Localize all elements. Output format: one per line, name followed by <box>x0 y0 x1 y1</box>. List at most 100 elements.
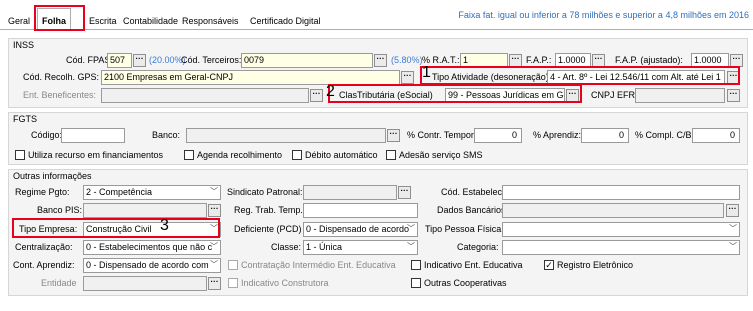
fgts-codigo-label: Código: <box>31 130 63 140</box>
inss-title: INSS <box>13 40 35 50</box>
compl-cb-label: % Compl. C/B: <box>635 130 695 140</box>
contratacao-label: Contratação Intermédio Ent. Educativa <box>241 260 396 270</box>
debito-checkbox[interactable] <box>292 150 302 160</box>
indicativo-ent-checkbox[interactable] <box>411 260 421 270</box>
cont-aprendiz-select[interactable]: 0 - Dispensado de acordo com ﹀ <box>83 258 221 273</box>
chevron-down-icon: ﹀ <box>407 242 415 251</box>
fgts-panel: FGTS Código: Banco: ··· % Contr. Tempor.… <box>8 112 748 165</box>
indicativo-ent-label: Indicativo Ent. Educativa <box>424 260 523 270</box>
gps-input[interactable]: 2100 Empresas em Geral-CNPJ <box>101 70 400 85</box>
indicativo-construtora-label: Indicativo Construtora <box>241 278 329 288</box>
tab-escrita[interactable]: Escrita <box>85 13 121 30</box>
chevron-down-icon: ﹀ <box>210 187 218 196</box>
fgts-banco-input[interactable] <box>186 128 386 143</box>
fgts-title: FGTS <box>13 114 37 124</box>
highlight-tipo-empresa <box>12 218 220 238</box>
regime-value: 2 - Competência <box>86 187 153 197</box>
sindicato-input[interactable] <box>303 185 397 200</box>
terceiros-percent: (5.80%) <box>391 55 423 65</box>
chevron-down-icon: ﹀ <box>729 242 737 251</box>
classe-select[interactable]: 1 - Única ﹀ <box>303 240 418 255</box>
tab-contabilidade[interactable]: Contabilidade <box>119 13 182 30</box>
cont-aprendiz-value: 0 - Dispensado de acordo com <box>86 260 209 270</box>
tipo-pessoa-select[interactable]: ﹀ <box>502 222 740 237</box>
cnpj-efr-label: CNPJ EFR <box>591 90 636 100</box>
chevron-down-icon: ﹀ <box>210 260 218 269</box>
contr-tempor-label: % Contr. Tempor.: <box>407 130 479 140</box>
aprendiz-input[interactable]: 0 <box>581 128 629 143</box>
financiamentos-label: Utiliza recurso em financiamentos <box>28 150 164 160</box>
folha-window: { "tabs": ["Geral", "Folha", "Escrita", … <box>0 0 753 311</box>
contratacao-checkbox[interactable] <box>228 260 238 270</box>
contr-tempor-input[interactable]: 0 <box>474 128 522 143</box>
highlight-tipo-atividade <box>420 66 740 85</box>
estabelec-input[interactable] <box>502 185 740 200</box>
banco-pis-lookup-button[interactable]: ··· <box>208 204 221 217</box>
terceiros-label: Cód. Terceiros: <box>181 55 242 65</box>
debito-label: Débito automático <box>305 150 378 160</box>
fpas-label: Cód. FPAS: <box>66 55 113 65</box>
deficiente-value: 0 - Dispensado de acordo <box>306 224 410 234</box>
tab-responsaveis[interactable]: Responsáveis <box>178 13 243 30</box>
fap-adjusted-label: F.A.P. (ajustado): <box>615 55 683 65</box>
tab-certificado-digital[interactable]: Certificado Digital <box>246 13 325 30</box>
entidade-input[interactable] <box>83 276 207 291</box>
chevron-down-icon: ﹀ <box>407 224 415 233</box>
centralizacao-select[interactable]: 0 - Estabelecimentos que não c ﹀ <box>83 240 221 255</box>
sindicato-lookup-button[interactable]: ··· <box>398 186 411 199</box>
aprendiz-label: % Aprendiz: <box>533 130 582 140</box>
fgts-codigo-input[interactable] <box>61 128 125 143</box>
outras-cooperativas-label: Outras Cooperativas <box>424 278 507 288</box>
dados-bancarios-lookup-button[interactable]: ··· <box>726 204 739 217</box>
reg-trab-label: Reg. Trab. Temp.: <box>234 205 306 215</box>
regime-select[interactable]: 2 - Competência ﹀ <box>83 185 221 200</box>
revenue-band-info: Faixa fat. igual ou inferior a 78 milhõe… <box>458 10 749 20</box>
beneficentes-lookup-button[interactable]: ··· <box>310 89 323 102</box>
dados-bancarios-label: Dados Bancários: <box>437 205 509 215</box>
dados-bancarios-input[interactable] <box>502 203 724 218</box>
reg-trab-input[interactable] <box>303 203 418 218</box>
fap-label: F.A.P.: <box>526 55 552 65</box>
centralizacao-label: Centralização: <box>15 242 73 252</box>
gps-label: Cód. Recolh. GPS: <box>23 72 100 82</box>
indicativo-construtora-checkbox[interactable] <box>228 278 238 288</box>
sms-checkbox[interactable] <box>386 150 396 160</box>
annotation-2: 2 <box>326 83 335 100</box>
chevron-down-icon: ﹀ <box>729 224 737 233</box>
outras-cooperativas-checkbox[interactable] <box>411 278 421 288</box>
entidade-label: Entidade <box>41 278 77 288</box>
fgts-banco-label: Banco: <box>152 130 181 140</box>
fgts-banco-lookup-button[interactable]: ··· <box>387 129 400 142</box>
compl-cb-input[interactable]: 0 <box>692 128 740 143</box>
beneficentes-input[interactable] <box>101 88 309 103</box>
agenda-label: Agenda recolhimento <box>197 150 283 160</box>
classe-label: Classe: <box>271 242 302 252</box>
registro-eletronico-checkbox[interactable]: ✓ <box>544 260 554 270</box>
deficiente-select[interactable]: 0 - Dispensado de acordo ﹀ <box>303 222 418 237</box>
banco-pis-label: Banco PIS: <box>37 205 83 215</box>
sindicato-label: Sindicato Patronal: <box>227 187 303 197</box>
classe-value: 1 - Única <box>306 242 343 252</box>
terceiros-input[interactable]: 0079 <box>241 53 373 68</box>
chevron-down-icon: ﹀ <box>210 242 218 251</box>
financiamentos-checkbox[interactable] <box>15 150 25 160</box>
agenda-checkbox[interactable] <box>184 150 194 160</box>
entidade-lookup-button[interactable]: ··· <box>208 277 221 290</box>
highlight-clas-tributaria <box>328 84 582 103</box>
tab-geral[interactable]: Geral <box>4 13 34 30</box>
annotation-1: 1 <box>422 64 431 81</box>
categoria-select[interactable]: ﹀ <box>502 240 740 255</box>
banco-pis-input[interactable] <box>83 203 207 218</box>
gps-lookup-button[interactable]: ··· <box>401 71 414 84</box>
outras-title: Outras informações <box>13 171 92 181</box>
terceiros-lookup-button[interactable]: ··· <box>374 54 387 67</box>
cnpj-efr-input[interactable] <box>635 88 725 103</box>
annotation-3: 3 <box>160 217 169 234</box>
estabelec-label: Cód. Estabelec.: <box>441 187 508 197</box>
regime-label: Regime Pgto: <box>15 187 70 197</box>
cnpj-efr-lookup-button[interactable]: ··· <box>727 89 740 102</box>
tipo-pessoa-label: Tipo Pessoa Física: <box>425 224 504 234</box>
registro-eletronico-label: Registro Eletrônico <box>557 260 634 270</box>
fpas-input[interactable]: 507 <box>107 53 132 68</box>
fpas-lookup-button[interactable]: ··· <box>133 54 146 67</box>
